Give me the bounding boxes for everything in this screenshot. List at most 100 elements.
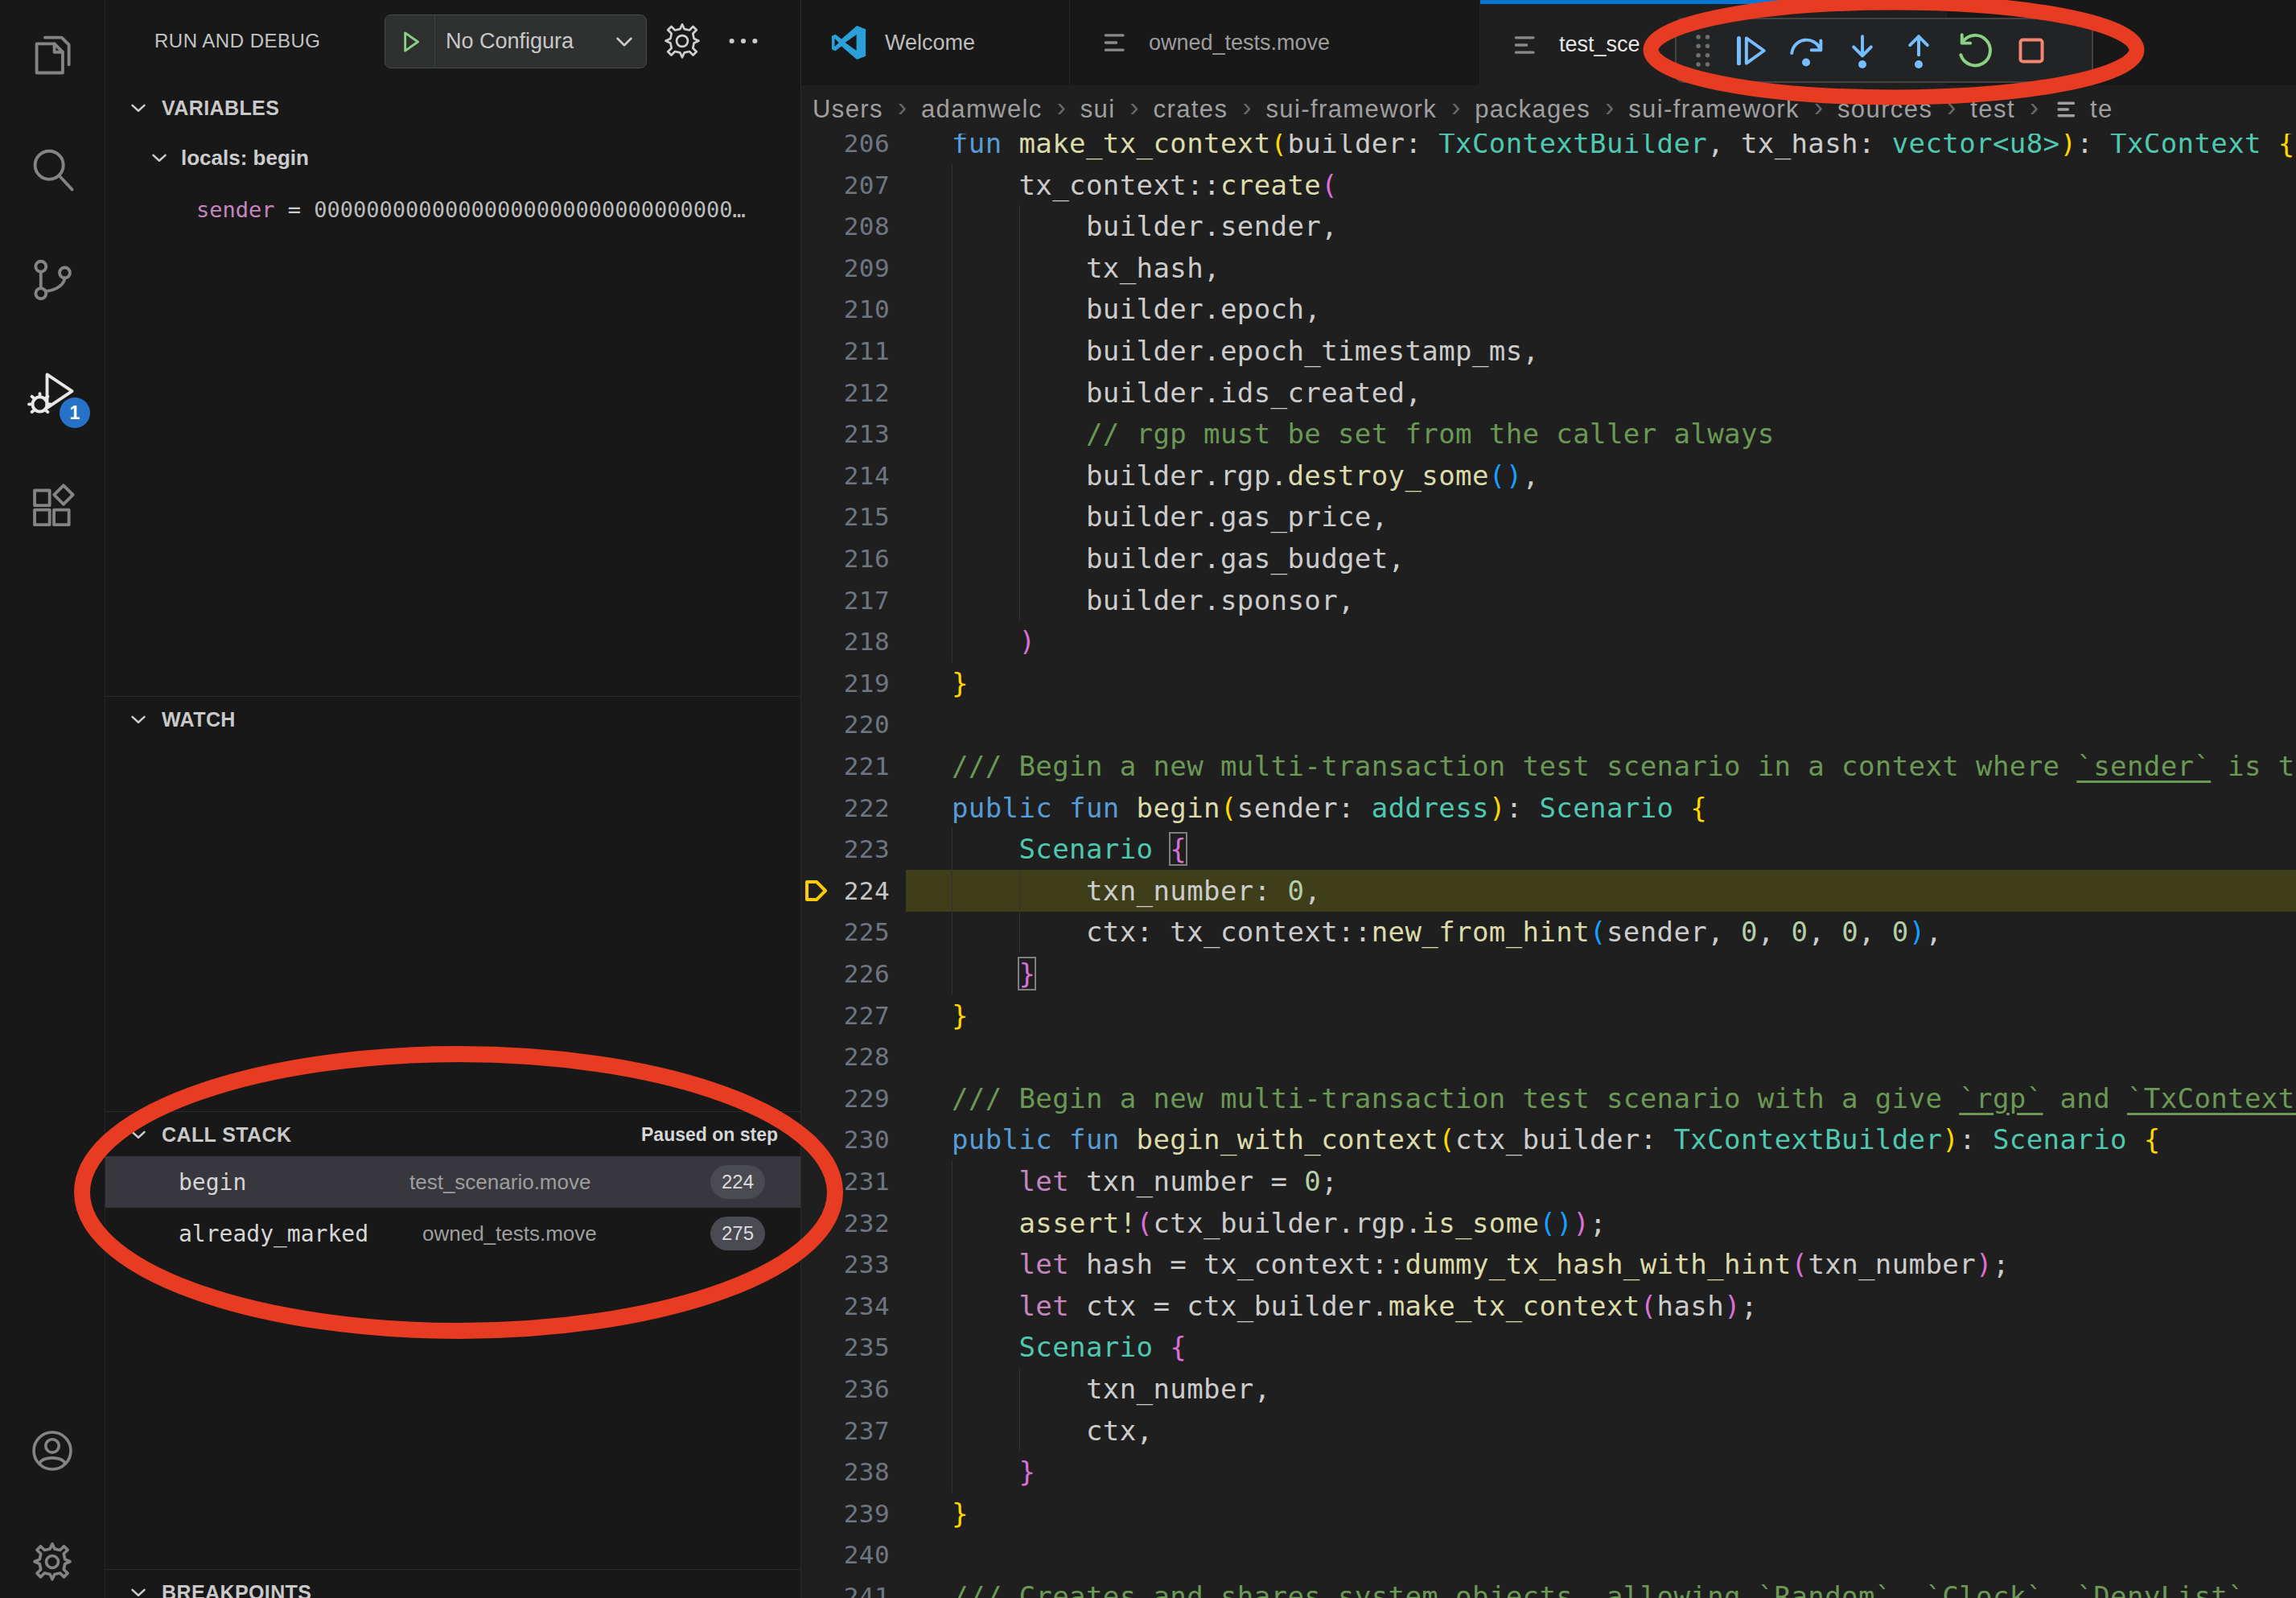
line-number[interactable]: 231 <box>801 1160 890 1202</box>
debug-settings-gear-button[interactable] <box>659 18 706 64</box>
line-number[interactable]: 228 <box>801 1036 890 1077</box>
section-variables[interactable]: VARIABLES <box>105 85 800 130</box>
line-number[interactable]: 219 <box>801 662 890 704</box>
line-number[interactable]: 230 <box>801 1118 890 1160</box>
chevron-right-icon: › <box>1814 92 1823 122</box>
activitybar-item-explorer[interactable] <box>0 6 105 100</box>
line-number[interactable]: 209 <box>801 247 890 289</box>
breadcrumb-item[interactable]: test <box>1970 95 2015 124</box>
code-line-213: 213 // rgp must be set from the caller a… <box>801 413 2296 455</box>
breadcrumb-item[interactable]: sui-framework <box>1265 95 1437 124</box>
code-line-206: 206fun make_tx_context(builder: TxContex… <box>801 134 2296 164</box>
continue-button[interactable] <box>1722 23 1778 79</box>
callstack-frame-begin[interactable]: begin test_scenario.move 224 <box>105 1156 800 1208</box>
line-number[interactable]: 222 <box>801 787 890 829</box>
activitybar-item-extensions[interactable] <box>0 461 105 554</box>
activitybar-item-search[interactable] <box>0 123 105 216</box>
breadcrumb-item[interactable]: sources <box>1837 95 1932 124</box>
code-line-228: 228 <box>801 1036 2296 1077</box>
line-number[interactable]: 229 <box>801 1077 890 1119</box>
breadcrumb-item[interactable]: packages <box>1475 95 1590 124</box>
line-number[interactable]: 236 <box>801 1368 890 1410</box>
restart-button[interactable] <box>1947 23 2003 79</box>
activitybar-item-run-and-debug[interactable]: 1 <box>0 348 105 441</box>
breadcrumb-item[interactable]: sui-framework <box>1628 95 1800 124</box>
code-line-211: 211 builder.epoch_timestamp_ms, <box>801 330 2296 372</box>
tab-label: owned_tests.move <box>1149 31 1330 56</box>
start-debug-button[interactable] <box>385 15 435 68</box>
section-watch[interactable]: WATCH <box>105 697 800 742</box>
line-number[interactable]: 226 <box>801 953 890 995</box>
tab-Welcome[interactable]: Welcome <box>801 0 1070 85</box>
callstack-status: Paused on step <box>641 1124 778 1146</box>
activitybar-item-account[interactable] <box>0 1404 105 1497</box>
line-number[interactable]: 225 <box>801 911 890 953</box>
chevron-right-icon: › <box>898 92 907 122</box>
breadcrumb-item[interactable]: te <box>2090 95 2113 124</box>
chevron-right-icon: › <box>1605 92 1614 122</box>
line-number[interactable]: 210 <box>801 288 890 330</box>
line-number[interactable]: 217 <box>801 579 890 621</box>
search-icon <box>27 145 77 195</box>
scope-label: locals: begin <box>181 146 309 171</box>
line-number[interactable]: 233 <box>801 1243 890 1285</box>
chevron-right-icon: › <box>2030 92 2039 122</box>
step-over-button[interactable] <box>1778 23 1834 79</box>
line-number[interactable]: 235 <box>801 1326 890 1368</box>
line-number[interactable]: 234 <box>801 1285 890 1327</box>
extensions-icon <box>27 483 77 533</box>
frame-line-badge: 224 <box>710 1165 765 1199</box>
line-number[interactable]: 214 <box>801 455 890 496</box>
section-call-stack[interactable]: CALL STACKPaused on step <box>105 1112 800 1157</box>
line-number[interactable]: 223 <box>801 828 890 870</box>
line-number[interactable]: 241 <box>801 1575 890 1598</box>
line-number[interactable]: 216 <box>801 537 890 579</box>
tab-owned_tests.move[interactable]: owned_tests.move <box>1070 0 1480 85</box>
line-number[interactable]: 240 <box>801 1534 890 1575</box>
line-number[interactable]: 211 <box>801 330 890 372</box>
code-line-210: 210 builder.epoch, <box>801 288 2296 330</box>
breadcrumb-item[interactable]: adamwelc <box>921 95 1043 124</box>
toolbar-grip-icon[interactable] <box>1683 23 1722 79</box>
breadcrumb-item[interactable]: Users <box>813 95 883 124</box>
frame-file: test_scenario.move <box>409 1170 590 1195</box>
debug-config-dropdown[interactable]: No Configura <box>385 14 647 68</box>
files-icon <box>27 28 77 78</box>
breadcrumb-item[interactable]: crates <box>1154 95 1228 124</box>
breadcrumb-item[interactable]: sui <box>1080 95 1116 124</box>
code-line-226: 226 } <box>801 953 2296 995</box>
line-number[interactable]: 212 <box>801 372 890 414</box>
activitybar-item-settings[interactable] <box>0 1515 105 1598</box>
line-number[interactable]: 220 <box>801 703 890 745</box>
variables-scope-row[interactable]: locals: begin <box>105 135 800 180</box>
stop-button[interactable] <box>2003 23 2059 79</box>
frame-line-badge: 275 <box>710 1217 765 1250</box>
line-number[interactable]: 208 <box>801 205 890 247</box>
activitybar-item-source-control[interactable] <box>0 233 105 327</box>
line-number[interactable]: 237 <box>801 1410 890 1452</box>
line-number[interactable]: 227 <box>801 995 890 1036</box>
line-number[interactable]: 239 <box>801 1493 890 1534</box>
line-number[interactable]: 206 <box>801 134 890 164</box>
debug-badge: 1 <box>60 397 90 428</box>
line-number[interactable]: 213 <box>801 413 890 455</box>
line-number[interactable]: 215 <box>801 496 890 537</box>
sidebar-more-actions-button[interactable] <box>720 18 767 64</box>
step-out-button[interactable] <box>1891 23 1947 79</box>
line-number[interactable]: 218 <box>801 620 890 662</box>
account-icon <box>29 1427 76 1474</box>
line-number[interactable]: 221 <box>801 745 890 787</box>
source-control-icon <box>27 255 77 305</box>
line-number[interactable]: 238 <box>801 1451 890 1493</box>
section-breakpoints[interactable]: BREAKPOINTS <box>105 1570 800 1598</box>
line-number[interactable]: 232 <box>801 1202 890 1244</box>
move-file-icon <box>1509 29 1541 61</box>
variable-row[interactable]: sender = 0000000000000000000000000000000… <box>105 187 800 232</box>
callstack-frame-already_marked[interactable]: already_marked owned_tests.move 275 <box>105 1208 800 1259</box>
line-number[interactable]: 207 <box>801 164 890 206</box>
code-line-229: 229/// Begin a new multi-transaction tes… <box>801 1077 2296 1119</box>
step-into-button[interactable] <box>1834 23 1891 79</box>
code-line-217: 217 builder.sponsor, <box>801 579 2296 621</box>
code-editor[interactable]: 206fun make_tx_context(builder: TxContex… <box>801 134 2296 1598</box>
code-line-241: 241/// Creates and shares system objects… <box>801 1575 2296 1598</box>
